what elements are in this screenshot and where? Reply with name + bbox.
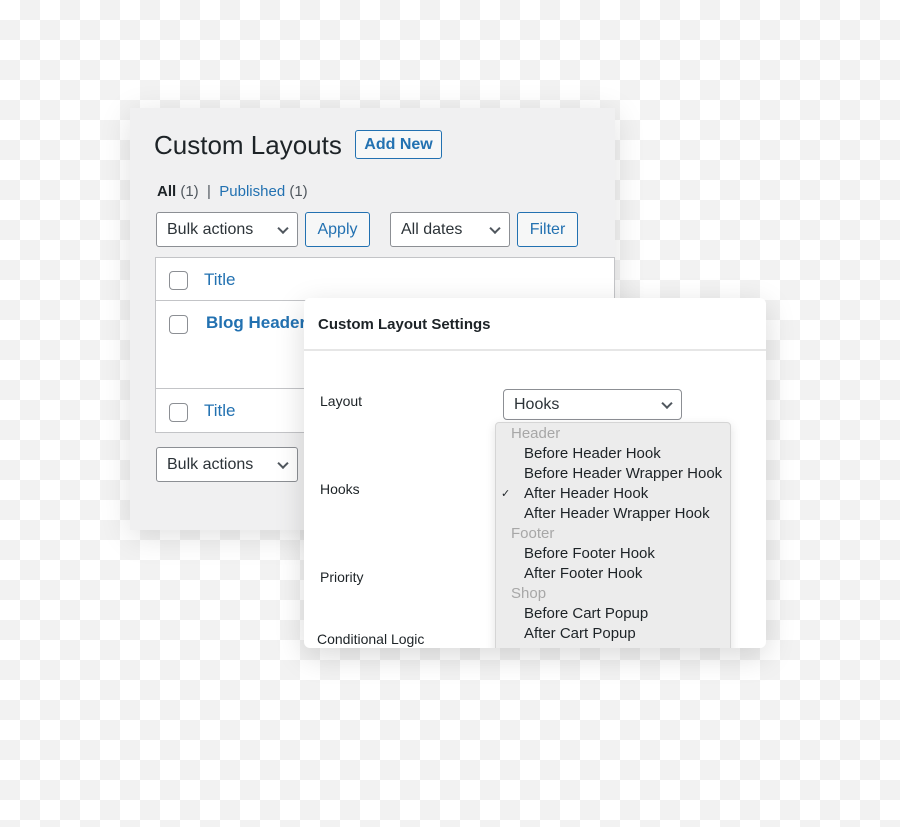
option-group-label: Shop bbox=[511, 585, 547, 602]
column-title-bottom[interactable]: Title bbox=[204, 401, 236, 421]
page-title: Custom Layouts bbox=[154, 130, 342, 160]
row-title-link[interactable]: Blog Header bbox=[206, 313, 306, 333]
chevron-down-icon bbox=[277, 457, 289, 469]
bulk-actions-bottom-value: Bulk actions bbox=[167, 455, 254, 473]
option-label: After Header Wrapper Hook bbox=[524, 505, 710, 522]
dropdown-option[interactable]: ✓ After Header Hook bbox=[496, 484, 730, 504]
hooks-label: Hooks bbox=[320, 481, 360, 497]
column-title[interactable]: Title bbox=[204, 270, 236, 290]
filter-published[interactable]: Published bbox=[219, 183, 285, 200]
dropdown-option[interactable]: After Cart Popup bbox=[496, 624, 730, 644]
layout-select[interactable]: Hooks bbox=[503, 389, 682, 420]
layout-label: Layout bbox=[320, 393, 363, 409]
table-header: Title bbox=[156, 258, 614, 301]
select-all-checkbox[interactable] bbox=[169, 271, 188, 290]
chevron-down-icon bbox=[489, 222, 501, 234]
priority-label: Priority bbox=[320, 569, 364, 585]
dates-value: All dates bbox=[401, 220, 463, 238]
dropdown-option[interactable]: Before Footer Hook bbox=[496, 544, 730, 564]
option-label: Before Footer Hook bbox=[524, 545, 655, 562]
option-label: Before Cart Popup bbox=[524, 605, 649, 622]
option-label: After Footer Hook bbox=[524, 565, 643, 582]
select-all-checkbox-bottom[interactable] bbox=[169, 403, 188, 422]
dropdown-option[interactable]: Before Header Wrapper Hook bbox=[496, 464, 730, 484]
conditional-logic-label: Conditional Logic bbox=[317, 631, 425, 647]
option-label: After Cart Popup bbox=[524, 625, 636, 642]
status-filters: All (1) | Published (1) bbox=[157, 183, 308, 200]
apply-button[interactable]: Apply bbox=[305, 212, 370, 247]
row-checkbox[interactable] bbox=[169, 315, 188, 334]
chevron-down-icon bbox=[661, 397, 673, 409]
option-group-label: Footer bbox=[511, 525, 555, 542]
dropdown-option[interactable]: After Footer Hook bbox=[496, 564, 730, 584]
custom-layout-settings-panel: Custom Layout Settings Layout Hooks Prio… bbox=[304, 298, 766, 648]
checkmark-icon: ✓ bbox=[501, 488, 511, 500]
filter-all[interactable]: All bbox=[157, 183, 176, 200]
dropdown-option[interactable]: Before Cart Popup bbox=[496, 604, 730, 624]
dates-select[interactable]: All dates bbox=[390, 212, 510, 247]
dropdown-option[interactable]: After Header Wrapper Hook bbox=[496, 504, 730, 524]
settings-title: Custom Layout Settings bbox=[304, 298, 766, 351]
option-label: Before Header Hook bbox=[524, 445, 661, 462]
separator: | bbox=[207, 183, 211, 200]
option-label: After Header Hook bbox=[524, 485, 649, 502]
bulk-actions-select[interactable]: Bulk actions bbox=[156, 212, 298, 247]
hooks-dropdown-list[interactable]: Header Before Header Hook Before Header Wr… bbox=[495, 422, 731, 648]
chevron-down-icon bbox=[277, 222, 289, 234]
layout-value: Hooks bbox=[514, 395, 560, 413]
dropdown-option[interactable]: Before Header Hook bbox=[496, 444, 730, 464]
filter-button[interactable]: Filter bbox=[517, 212, 578, 247]
bulk-actions-value: Bulk actions bbox=[167, 220, 254, 238]
published-count: (1) bbox=[289, 183, 308, 200]
add-new-button[interactable]: Add New bbox=[355, 130, 442, 159]
option-label: Before Header Wrapper Hook bbox=[524, 465, 723, 482]
all-count: (1) bbox=[180, 183, 199, 200]
option-group-label: Header bbox=[511, 425, 561, 442]
bulk-actions-select-bottom[interactable]: Bulk actions bbox=[156, 447, 298, 482]
